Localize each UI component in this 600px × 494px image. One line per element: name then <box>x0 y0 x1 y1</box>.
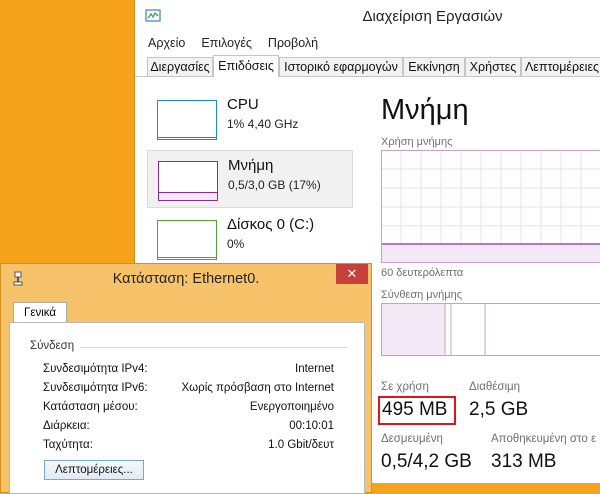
in-use-label: Σε χρήση <box>381 381 429 393</box>
thumbnail-usage-line <box>158 137 216 138</box>
ipv4-label: Συνδεσιμότητα IPv4: <box>43 363 148 375</box>
media-state-label: Κατάσταση μέσου: <box>43 401 138 413</box>
perf-item-name: Μνήμη <box>228 157 274 174</box>
perf-item-detail: 0% <box>227 237 245 251</box>
dialog-tab-strip: Γενικά <box>9 299 365 324</box>
dialog-body: Σύνδεση Συνδεσιμότητα IPv4: Internet Συν… <box>9 322 365 494</box>
in-use-value: 495 MB <box>382 399 448 420</box>
duration-value: 00:10:01 <box>289 420 334 432</box>
memory-usage-label: Χρήση μνήμης <box>381 136 453 148</box>
tab-details[interactable]: Λεπτομέρειες <box>521 57 600 76</box>
title-bar[interactable]: Διαχείριση Εργασιών <box>135 0 600 33</box>
connection-section-title: Σύνδεση <box>30 340 75 352</box>
committed-value: 0,5/4,2 GB <box>381 451 472 472</box>
memory-heading: Μνήμη <box>381 94 469 126</box>
ipv6-label: Συνδεσιμότητα IPv6: <box>43 382 148 394</box>
tab-strip: Διεργασίες Επιδόσεις Ιστορικό εφαρμογών … <box>135 55 600 77</box>
menu-options[interactable]: Επιλογές <box>201 33 252 53</box>
available-value: 2,5 GB <box>469 399 529 420</box>
memory-thumbnail-graph <box>158 161 218 201</box>
section-divider <box>80 347 348 348</box>
perf-item-name: Δίσκος 0 (C:) <box>227 216 315 233</box>
cached-label: Αποθηκευμένη στο ε <box>491 433 597 445</box>
perf-item-memory[interactable]: Μνήμη 0,5/3,0 GB (17%) <box>147 150 353 208</box>
menu-view[interactable]: Προβολή <box>268 33 318 53</box>
perf-item-disk[interactable]: Δίσκος 0 (C:) 0% <box>147 210 353 268</box>
cached-value: 313 MB <box>491 451 557 472</box>
tab-app-history[interactable]: Ιστορικό εφαρμογών <box>279 57 403 76</box>
dialog-title: Κατάσταση: Ethernet0. <box>112 271 260 287</box>
ethernet-status-dialog: Κατάσταση: Ethernet0. ✕ Γενικά Σύνδεση Σ… <box>0 263 372 494</box>
details-button[interactable]: Λεπτομέρειες... <box>44 460 144 480</box>
thumbnail-usage-line <box>159 192 217 200</box>
committed-label: Δεσμευμένη <box>381 433 443 445</box>
thumbnail-usage-line <box>158 257 216 258</box>
speed-value: 1.0 Gbit/δευτ <box>268 439 334 451</box>
ipv6-value: Χωρίς πρόσβαση στο Internet <box>181 382 334 394</box>
tab-processes[interactable]: Διεργασίες <box>147 57 213 76</box>
tab-startup[interactable]: Εκκίνηση <box>403 57 465 76</box>
memory-composition-label: Σύνθεση μνήμης <box>381 289 463 301</box>
memory-composition-bar <box>381 303 600 356</box>
perf-item-name: CPU <box>227 96 259 113</box>
menu-bar: Αρχείο Επιλογές Προβολή <box>135 33 600 53</box>
cpu-thumbnail-graph <box>157 100 217 140</box>
tab-performance[interactable]: Επιδόσεις <box>213 55 279 77</box>
speed-label: Ταχύτητα: <box>43 439 93 451</box>
perf-item-cpu[interactable]: CPU 1% 4,40 GHz <box>147 90 353 148</box>
window-title: Διαχείριση Εργασιών <box>362 8 503 25</box>
ipv4-value: Internet <box>295 363 334 375</box>
tab-general[interactable]: Γενικά <box>13 302 67 324</box>
menu-file[interactable]: Αρχείο <box>148 33 185 53</box>
perf-item-detail: 0,5/3,0 GB (17%) <box>228 178 321 192</box>
disk-thumbnail-graph <box>157 220 217 260</box>
time-span-label: 60 δευτερόλεπτα <box>381 267 464 279</box>
media-state-value: Ενεργοποιημένο <box>249 401 334 413</box>
memory-usage-graph <box>381 150 600 263</box>
close-button[interactable]: ✕ <box>336 264 368 284</box>
duration-label: Διάρκεια: <box>43 420 90 432</box>
available-label: Διαθέσιμη <box>469 381 521 393</box>
tab-users[interactable]: Χρήστες <box>465 57 521 76</box>
perf-item-detail: 1% 4,40 GHz <box>227 117 299 131</box>
